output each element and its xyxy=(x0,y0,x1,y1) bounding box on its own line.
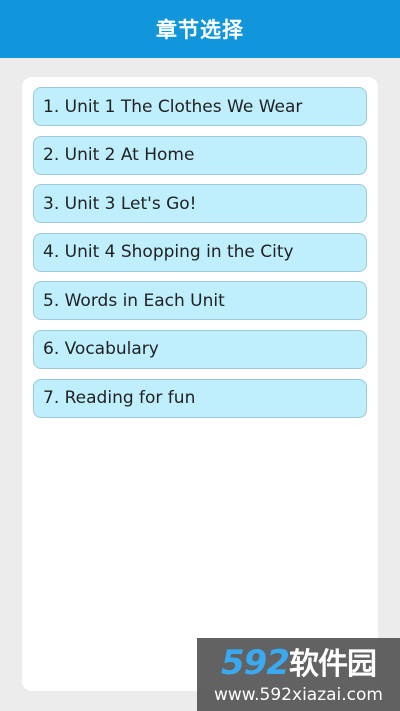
chapter-item-1[interactable]: 1. Unit 1 The Clothes We Wear xyxy=(33,87,367,126)
watermark-brand: 592软件园 xyxy=(197,644,400,684)
watermark-text: 软件园 xyxy=(288,647,377,682)
watermark-url: www.592xiazai.com xyxy=(214,685,383,705)
chapter-item-4[interactable]: 4. Unit 4 Shopping in the City xyxy=(33,232,367,272)
app-header: 章节选择 xyxy=(0,0,400,58)
watermark-number: 592 xyxy=(221,643,290,683)
watermark-logo: 592软件园 www.592xiazai.com xyxy=(197,638,400,711)
chapter-item-5[interactable]: 5. Words in Each Unit xyxy=(33,281,367,321)
chapter-list: 1. Unit 1 The Clothes We Wear 2. Unit 2 … xyxy=(33,87,367,427)
chapter-item-6[interactable]: 6. Vocabulary xyxy=(33,329,367,369)
page-title: 章节选择 xyxy=(156,18,244,42)
chapter-item-3[interactable]: 3. Unit 3 Let's Go! xyxy=(33,184,367,224)
chapter-item-2[interactable]: 2. Unit 2 At Home xyxy=(33,135,367,175)
chapter-list-card: 1. Unit 1 The Clothes We Wear 2. Unit 2 … xyxy=(22,77,378,691)
chapter-item-7[interactable]: 7. Reading for fun xyxy=(33,378,367,418)
